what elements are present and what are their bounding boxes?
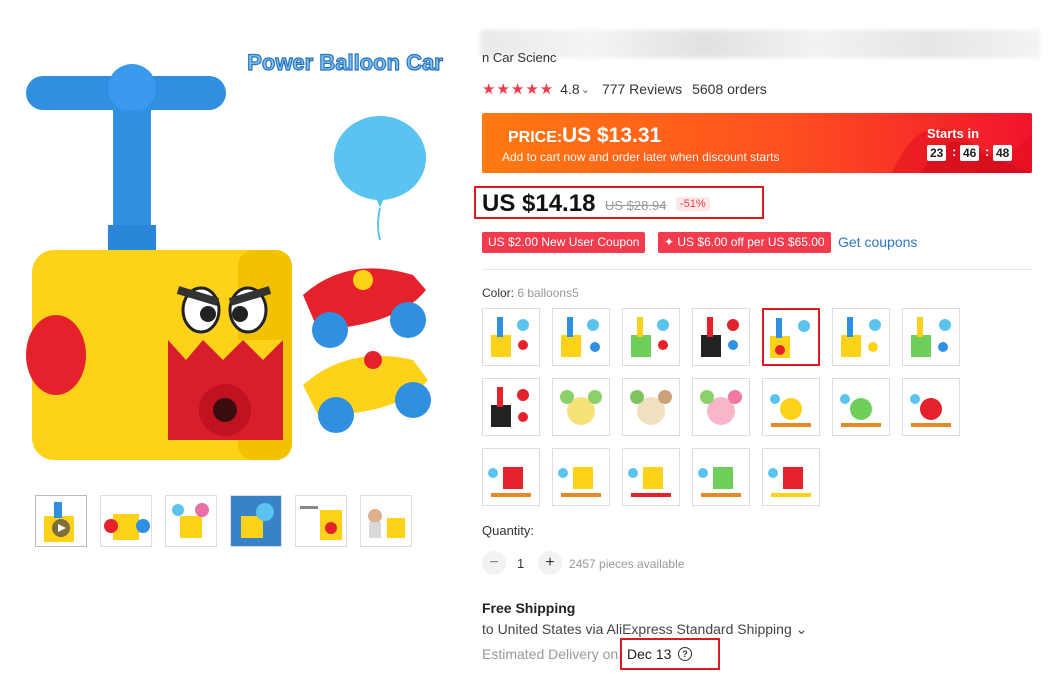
thumbnail-2[interactable] [100, 495, 152, 547]
reviews-link[interactable]: 777 Reviews [602, 81, 682, 97]
color-option[interactable] [552, 448, 610, 506]
color-option[interactable] [552, 308, 610, 366]
delivery-label: Estimated Delivery on [482, 646, 619, 662]
thumbnail-4[interactable] [230, 495, 282, 547]
color-option[interactable] [762, 378, 820, 436]
divider [482, 269, 1032, 270]
color-label: Color: 6 balloons5 [482, 286, 579, 300]
color-option[interactable] [692, 308, 750, 366]
quantity-decrease-button[interactable]: − [482, 551, 506, 575]
star-rating-icon: ★★★★★ [482, 81, 555, 98]
promo-price-label: PRICE: [508, 129, 563, 146]
color-option-selected[interactable] [762, 308, 820, 366]
promo-banner: PRICE: US $13.31 Add to cart now and ord… [482, 113, 1032, 173]
color-option[interactable] [482, 308, 540, 366]
orders-count: 5608 orders [692, 81, 767, 97]
countdown-separator: : [985, 144, 990, 159]
quantity-increase-button[interactable]: + [538, 551, 562, 575]
color-option[interactable] [622, 448, 680, 506]
rating-value[interactable]: 4.8 [560, 81, 579, 97]
thumbnail-1[interactable] [35, 495, 87, 547]
color-option[interactable] [622, 378, 680, 436]
promo-subtitle: Add to cart now and order later when dis… [502, 150, 780, 164]
rating-row: ★★★★★ 4.8 ⌄ 777 Reviews 5608 orders [482, 80, 767, 98]
color-option[interactable] [832, 308, 890, 366]
discount-badge: -51% [676, 197, 710, 211]
chevron-down-icon[interactable]: ⌄ [581, 83, 590, 96]
color-option[interactable] [692, 448, 750, 506]
color-selected-value: 6 balloons5 [517, 286, 579, 300]
countdown-separator: : [952, 144, 957, 159]
color-label-text: Color: [482, 286, 515, 300]
question-circle-icon[interactable]: ? [678, 647, 692, 661]
countdown-seconds: 48 [993, 145, 1013, 161]
color-option[interactable] [552, 378, 610, 436]
promo-price: US $13.31 [562, 124, 662, 147]
get-coupons-link[interactable]: Get coupons [838, 234, 917, 250]
thumbnail-3[interactable] [165, 495, 217, 547]
toy-illustration: Power Balloon Car [26, 49, 444, 460]
quantity-input[interactable]: 1 [517, 556, 524, 571]
shipping-method-selector[interactable]: to United States via AliExpress Standard… [482, 621, 807, 638]
countdown-hours: 23 [927, 145, 947, 161]
countdown-minutes: 46 [960, 145, 980, 161]
new-user-coupon[interactable]: US $2.00 New User Coupon [482, 232, 646, 253]
delivery-date: Dec 13 [627, 646, 672, 662]
color-option[interactable] [482, 448, 540, 506]
color-option[interactable] [482, 378, 540, 436]
main-product-image[interactable]: Power Balloon Car [18, 40, 458, 478]
current-price: US $14.18 [482, 190, 596, 217]
countdown-label: Starts in [927, 126, 980, 141]
quantity-label: Quantity: [482, 523, 535, 538]
thumbnail-6[interactable] [360, 495, 412, 547]
color-option[interactable] [762, 448, 820, 506]
color-option[interactable] [902, 378, 960, 436]
store-coupon[interactable]: ✦ US $6.00 off per US $65.00 [658, 232, 831, 253]
shipping-title: Free Shipping [482, 600, 576, 616]
thumbnail-5[interactable] [295, 495, 347, 547]
stock-available: 2457 pieces available [569, 557, 685, 571]
banner-text: Power Balloon Car [247, 50, 443, 75]
color-option[interactable] [902, 308, 960, 366]
product-title-blurred [480, 30, 1040, 58]
original-price: US $28.94 [605, 198, 667, 213]
product-title: n Car Scienc [482, 50, 557, 65]
promo-decoration [892, 128, 1032, 173]
color-option[interactable] [692, 378, 750, 436]
color-option[interactable] [622, 308, 680, 366]
color-option[interactable] [832, 378, 890, 436]
